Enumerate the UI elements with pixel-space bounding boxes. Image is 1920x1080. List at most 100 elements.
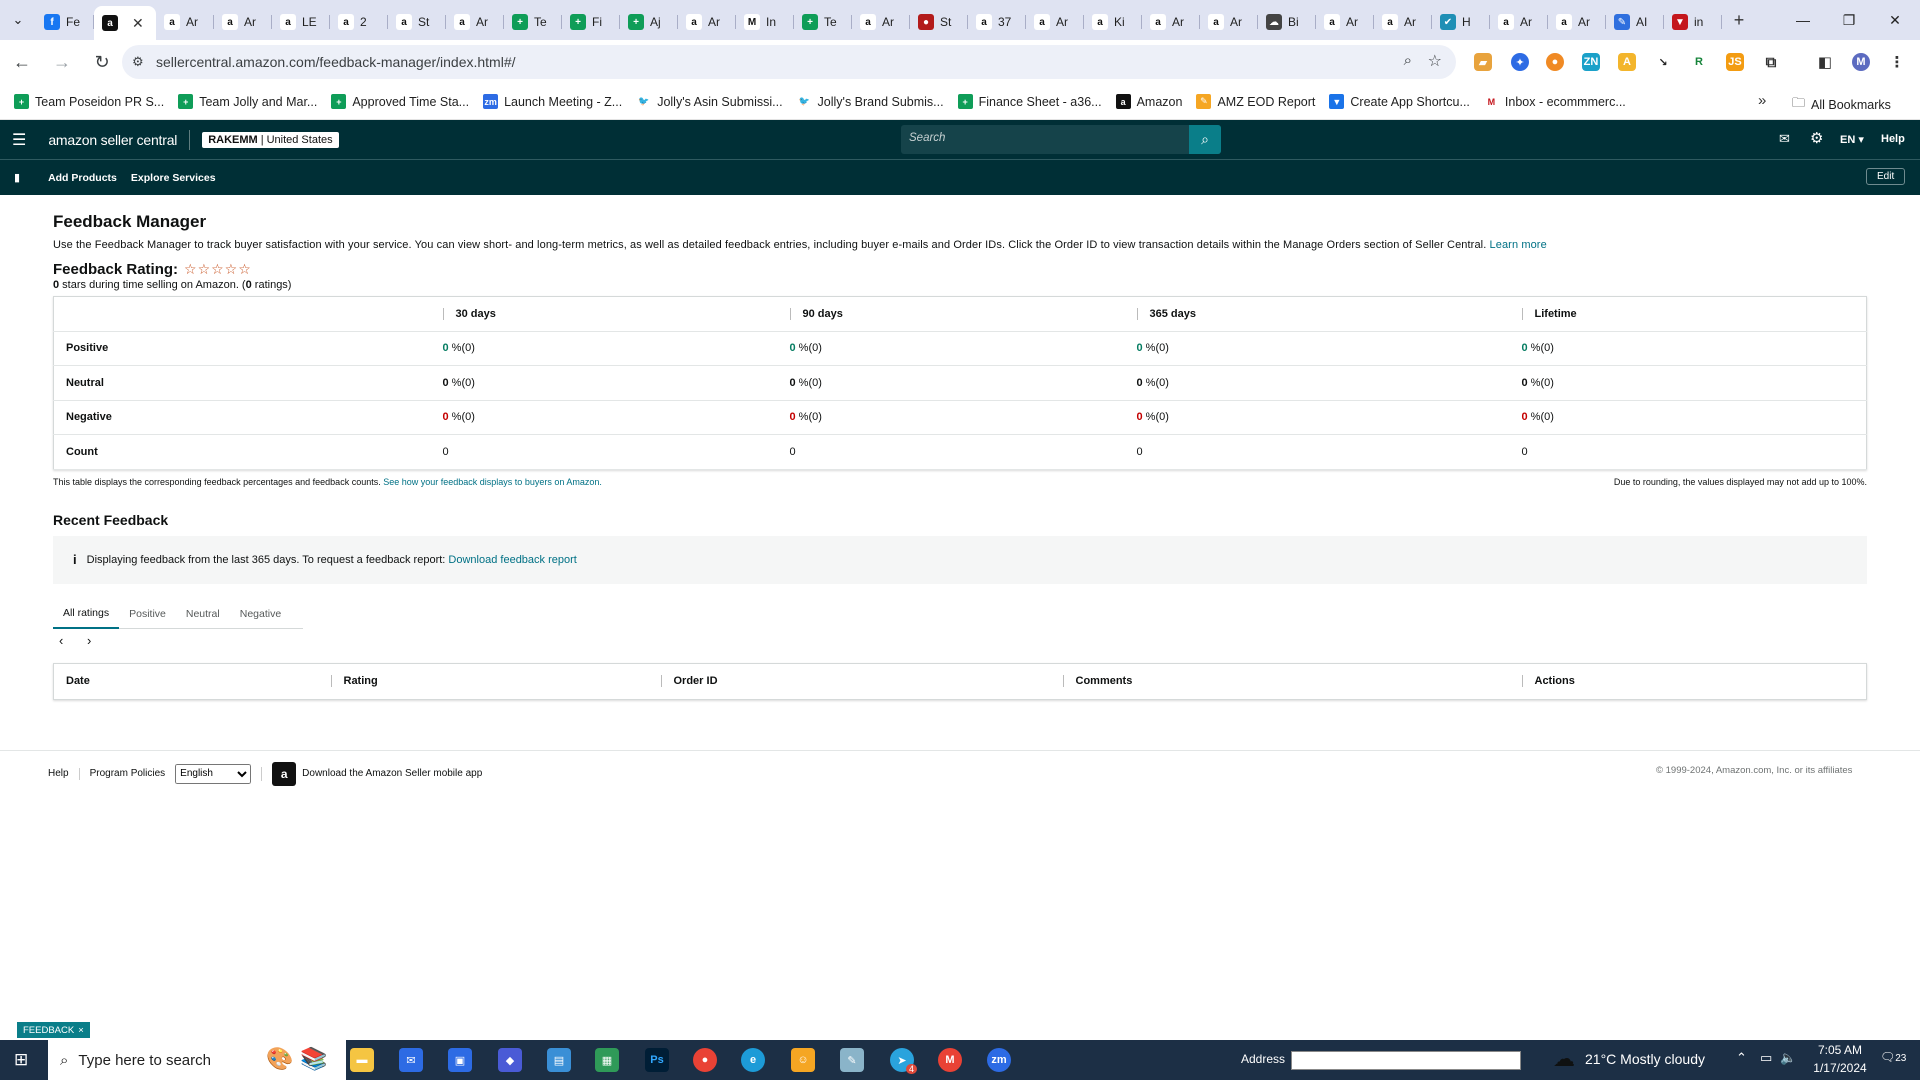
browser-tab[interactable]: a Ar	[852, 6, 910, 38]
extension-icon[interactable]: JS	[1726, 53, 1744, 71]
search-highlight-icon[interactable]: 🎨	[266, 1046, 293, 1072]
clock-time[interactable]: 7:05 AM	[1811, 1043, 1869, 1057]
language-select[interactable]: English	[175, 763, 252, 784]
col-order-id[interactable]: Order ID	[649, 663, 1051, 699]
browser-tab[interactable]: a 37	[968, 6, 1026, 38]
restore-button[interactable]: ❐	[1826, 0, 1872, 40]
minimize-button[interactable]: —	[1780, 0, 1826, 40]
hamburger-menu-icon[interactable]: ☰	[12, 130, 26, 150]
url-text[interactable]: sellercentral.amazon.com/feedback-manage…	[156, 54, 516, 70]
footer-help-link[interactable]: Help	[48, 768, 69, 779]
side-panel-icon[interactable]: ◧	[1816, 53, 1834, 71]
browser-tab[interactable]: a LE	[272, 6, 330, 38]
edit-nav-button[interactable]: Edit	[1866, 168, 1906, 185]
profile-avatar[interactable]: M	[1852, 53, 1870, 71]
weather-text[interactable]: 21°C Mostly cloudy	[1585, 1051, 1705, 1067]
download-feedback-report-link[interactable]: Download feedback report	[448, 554, 576, 566]
bookmark-item[interactable]: 🐦 Jolly's Brand Submis...	[796, 94, 944, 109]
learn-more-link[interactable]: Learn more	[1490, 239, 1547, 251]
search-input[interactable]: Search	[909, 132, 945, 144]
tab-neutral[interactable]: Neutral	[176, 599, 230, 629]
language-selector[interactable]: EN ▾	[1840, 133, 1864, 146]
col-rating[interactable]: Rating	[319, 663, 649, 699]
browser-tab[interactable]: M In	[736, 6, 794, 38]
more-bookmarks-icon[interactable]: »	[1758, 92, 1766, 109]
nav-add-products[interactable]: Add Products	[48, 172, 117, 184]
zoom-icon[interactable]: ⌕	[1404, 52, 1412, 69]
extension-icon[interactable]: ●	[1546, 53, 1564, 71]
books-icon[interactable]: 📚	[300, 1046, 327, 1072]
taskbar-search[interactable]: ⌕ Type here to search 🎨 📚	[48, 1040, 346, 1080]
puzzle-icon[interactable]: ⧉	[1762, 53, 1780, 71]
browser-tab[interactable]: a Ki	[1084, 6, 1142, 38]
extension-icon[interactable]: ▰	[1474, 53, 1492, 71]
browser-tab[interactable]: ☁ Bi	[1258, 6, 1316, 38]
browser-tab[interactable]: + Te	[504, 6, 562, 38]
feedback-display-link[interactable]: See how your feedback displays to buyers…	[383, 477, 602, 487]
network-icon[interactable]: ▭	[1760, 1050, 1772, 1066]
browser-tab[interactable]: f Fe	[36, 6, 94, 38]
browser-tab[interactable]: a Ar	[1316, 6, 1374, 38]
volume-icon[interactable]: 🔈	[1780, 1050, 1796, 1066]
browser-tab[interactable]: a Ar	[1490, 6, 1548, 38]
bookmark-item[interactable]: M Inbox - ecommmerc...	[1483, 94, 1626, 109]
browser-tab[interactable]: a Ar	[1374, 6, 1432, 38]
bookmark-item[interactable]: ✎ AMZ EOD Report	[1196, 94, 1315, 109]
tab-positive[interactable]: Positive	[119, 599, 176, 629]
bookmark-item[interactable]: + Team Jolly and Mar...	[178, 94, 317, 109]
new-tab-button[interactable]: +	[1722, 10, 1756, 31]
app-icon[interactable]: ◆	[498, 1048, 522, 1072]
col-comments[interactable]: Comments	[1051, 663, 1510, 699]
edge-icon[interactable]: e	[741, 1048, 765, 1072]
clock-date[interactable]: 1/17/2024	[1806, 1061, 1874, 1075]
mail-icon[interactable]: ✉	[1779, 131, 1790, 147]
close-tab-icon[interactable]: ✕	[132, 15, 144, 32]
nav-explore-services[interactable]: Explore Services	[131, 172, 216, 184]
site-info-icon[interactable]: ⚙	[132, 54, 144, 70]
browser-tab[interactable]: + Fi	[562, 6, 620, 38]
zoom-icon[interactable]: zm	[987, 1048, 1011, 1072]
tab-all-ratings[interactable]: All ratings	[53, 599, 120, 629]
browser-tab[interactable]: a ✕	[94, 6, 156, 40]
chrome-icon[interactable]: ●	[693, 1048, 717, 1072]
menu-dots-icon[interactable]: ⋮	[1888, 53, 1906, 71]
extension-icon[interactable]: R	[1690, 53, 1708, 71]
extension-icon[interactable]: ZN	[1582, 53, 1600, 71]
chrome-profile-icon[interactable]: M	[938, 1048, 962, 1072]
browser-tab[interactable]: + Aj	[620, 6, 678, 38]
taskbar-search-input[interactable]: Type here to search	[78, 1052, 211, 1069]
browser-tab[interactable]: a Ar	[1026, 6, 1084, 38]
browser-tab[interactable]: a Ar	[156, 6, 214, 38]
bookmark-item[interactable]: + Finance Sheet - a36...	[957, 94, 1102, 109]
browser-tab[interactable]: ✎ AI	[1606, 6, 1664, 38]
feedback-tab[interactable]: FEEDBACK ×	[17, 1022, 90, 1038]
close-window-button[interactable]: ✕	[1872, 0, 1918, 40]
close-icon[interactable]: ×	[78, 1025, 84, 1036]
browser-tab[interactable]: ● St	[910, 6, 968, 38]
browser-tab[interactable]: ✔ H	[1432, 6, 1490, 38]
calculator-icon[interactable]: ▦	[595, 1048, 619, 1072]
browser-tab[interactable]: a Ar	[1200, 6, 1258, 38]
browser-tab[interactable]: a2	[330, 6, 388, 38]
bookmark-item[interactable]: zm Launch Meeting - Z...	[483, 94, 622, 109]
notepad-icon[interactable]: ✎	[840, 1048, 864, 1072]
extension-icon[interactable]: A	[1618, 53, 1636, 71]
bookmark-item[interactable]: + Approved Time Sta...	[331, 94, 469, 109]
address-bar[interactable]: ⚙ sellercentral.amazon.com/feedback-mana…	[122, 45, 1456, 79]
gear-icon[interactable]: ⚙	[1810, 129, 1823, 147]
file-explorer-icon[interactable]: ▬	[350, 1048, 374, 1072]
bookmark-item[interactable]: 🐦 Jolly's Asin Submissi...	[636, 94, 783, 109]
app-icon[interactable]: ▤	[547, 1048, 571, 1072]
pagination[interactable]: ‹ ›	[59, 633, 1867, 648]
bookmark-item[interactable]: a Amazon	[1115, 94, 1182, 109]
address-input[interactable]	[1291, 1051, 1521, 1070]
bookmark-icon[interactable]: ▮	[14, 171, 20, 184]
tab-search-chevron-icon[interactable]: ⌄	[0, 0, 36, 40]
weather-icon[interactable]: ☁	[1553, 1046, 1575, 1072]
browser-tab[interactable]: a Ar	[446, 6, 504, 38]
all-bookmarks[interactable]: 🗀 All Bookmarks	[1792, 94, 1891, 116]
back-icon[interactable]: ←	[4, 44, 40, 80]
extension-icon[interactable]: ↘	[1654, 53, 1672, 71]
forward-icon[interactable]: →	[44, 44, 80, 80]
bookmark-star-icon[interactable]: ☆	[1428, 51, 1442, 71]
